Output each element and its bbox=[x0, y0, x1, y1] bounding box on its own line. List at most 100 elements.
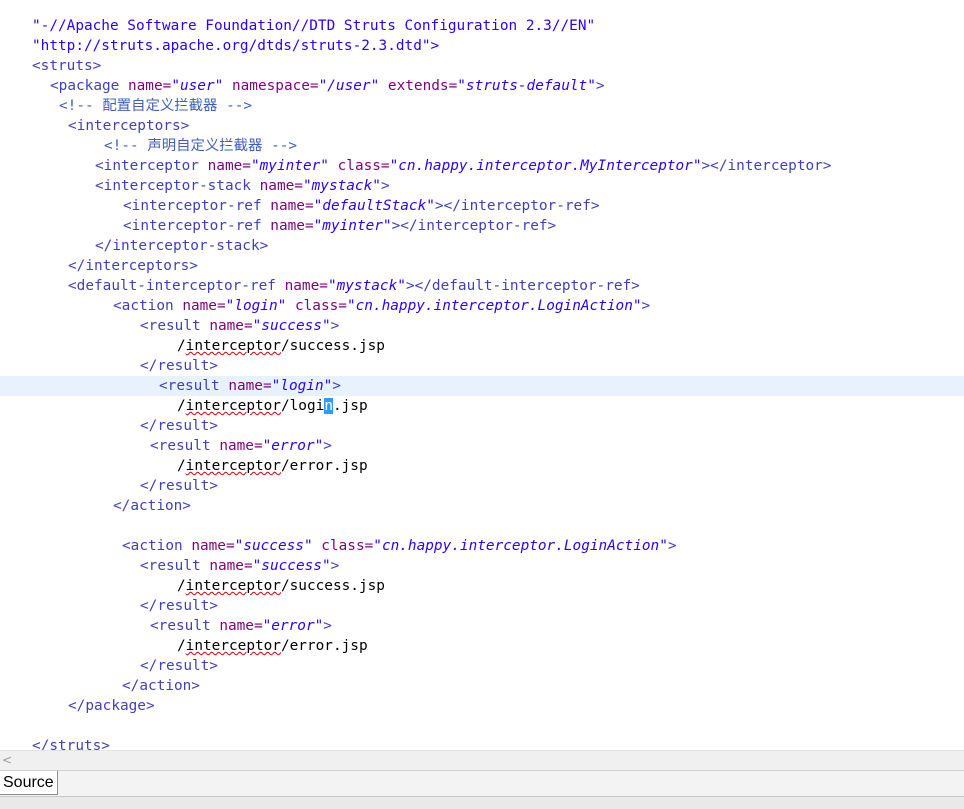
code-token: "/user" bbox=[318, 78, 380, 94]
code-token: "login" bbox=[225, 298, 287, 314]
code-line: <!-- 声明自定义拦截器 --> bbox=[0, 136, 964, 156]
code-token: "-//Apache Software Foundation//DTD Stru… bbox=[32, 18, 596, 34]
code-token: extends= bbox=[379, 78, 458, 94]
horizontal-scrollbar[interactable]: < bbox=[0, 750, 964, 771]
code-token: "mystack" bbox=[302, 178, 381, 194]
code-token: /success.jsp bbox=[280, 338, 385, 354]
code-line: </result> bbox=[0, 596, 964, 616]
code-line: </result> bbox=[0, 656, 964, 676]
code-line: <package name="user" namespace="/user" e… bbox=[0, 76, 964, 96]
code-token: <interceptors> bbox=[68, 118, 190, 134]
text-cursor: n bbox=[324, 398, 333, 414]
code-token: > bbox=[667, 538, 677, 554]
code-token: > bbox=[323, 438, 332, 454]
code-token: <interceptor-stack bbox=[95, 178, 260, 194]
code-token: > bbox=[641, 298, 651, 314]
code-token: > bbox=[330, 318, 340, 334]
code-token: "success" bbox=[252, 558, 331, 574]
code-line: <result name="success"> bbox=[0, 556, 964, 576]
code-line: <default-interceptor-ref name="mystack">… bbox=[0, 276, 964, 296]
code-token: /logi bbox=[280, 398, 325, 414]
code-line: /interceptor/success.jsp bbox=[0, 336, 964, 356]
code-token: name= bbox=[219, 438, 263, 454]
code-token: "http://struts.apache.org/dtds/struts-2.… bbox=[32, 38, 440, 54]
code-token: <action bbox=[113, 298, 183, 314]
editor-tab-bar: Source bbox=[0, 770, 964, 797]
code-token: interceptor bbox=[185, 458, 281, 474]
code-token: name= bbox=[209, 558, 253, 574]
code-token: name= bbox=[259, 178, 303, 194]
code-token: interceptor bbox=[185, 338, 281, 354]
code-token: "error" bbox=[262, 618, 324, 634]
code-token: "mystack" bbox=[327, 278, 406, 294]
code-token: </action> bbox=[122, 678, 200, 694]
code-token: interceptor bbox=[185, 398, 281, 414]
code-token: /error.jsp bbox=[280, 458, 368, 474]
code-token: > bbox=[330, 558, 340, 574]
code-token: </struts> bbox=[32, 738, 110, 750]
code-token: "defaultStack" bbox=[313, 198, 435, 214]
code-token: > bbox=[380, 178, 390, 194]
code-token: name= bbox=[127, 78, 172, 94]
code-line: /interceptor/error.jsp bbox=[0, 456, 964, 476]
code-token: <package bbox=[50, 78, 128, 94]
code-token: <!-- 声明自定义拦截器 --> bbox=[104, 138, 298, 154]
code-token: </result> bbox=[140, 478, 218, 494]
tab-source[interactable]: Source bbox=[0, 771, 58, 795]
code-token: .jsp bbox=[332, 398, 368, 414]
code-token: </result> bbox=[140, 658, 218, 674]
code-token: <result bbox=[140, 558, 210, 574]
source-editor[interactable]: "-//Apache Software Foundation//DTD Stru… bbox=[0, 0, 964, 750]
code-token: <interceptor-ref bbox=[123, 218, 271, 234]
code-token: "myinter" bbox=[313, 218, 392, 234]
code-line: <interceptor-stack name="mystack"> bbox=[0, 176, 964, 196]
code-token: / bbox=[177, 458, 186, 474]
code-token: <default-interceptor-ref bbox=[68, 278, 285, 294]
code-token: > bbox=[595, 78, 605, 94]
code-token: ></default-interceptor-ref> bbox=[405, 278, 640, 294]
code-line: <result name="error"> bbox=[0, 616, 964, 636]
code-token: "struts-default" bbox=[457, 78, 596, 94]
code-token: "myinter" bbox=[250, 158, 329, 174]
code-line: </interceptor-stack> bbox=[0, 236, 964, 256]
code-token: / bbox=[177, 578, 186, 594]
code-token: name= bbox=[219, 618, 263, 634]
code-line: </action> bbox=[0, 496, 964, 516]
code-token: / bbox=[177, 338, 186, 354]
code-line: </interceptors> bbox=[0, 256, 964, 276]
bottom-panel-strip bbox=[0, 796, 964, 809]
code-token: "success" bbox=[252, 318, 331, 334]
code-token: name= bbox=[209, 318, 253, 334]
code-token: "cn.happy.interceptor.LoginAction" bbox=[373, 538, 668, 554]
code-token: namespace= bbox=[223, 78, 319, 94]
code-token: <result bbox=[150, 438, 220, 454]
code-line: /interceptor/success.jsp bbox=[0, 576, 964, 596]
code-line: <interceptor-ref name="defaultStack"></i… bbox=[0, 196, 964, 216]
code-line: </result> bbox=[0, 356, 964, 376]
code-token: "success" bbox=[234, 538, 313, 554]
code-token: <result bbox=[140, 318, 210, 334]
code-token: / bbox=[177, 398, 186, 414]
code-token: /success.jsp bbox=[280, 578, 385, 594]
code-line: <action name="success" class="cn.happy.i… bbox=[0, 536, 964, 556]
code-token: </package> bbox=[68, 698, 155, 714]
code-token: ></interceptor-ref> bbox=[434, 198, 600, 214]
code-line: </action> bbox=[0, 676, 964, 696]
code-line: "http://struts.apache.org/dtds/struts-2.… bbox=[0, 36, 964, 56]
code-token: "user" bbox=[171, 78, 224, 94]
code-token: class= bbox=[312, 538, 374, 554]
code-token: name= bbox=[207, 158, 251, 174]
code-token: </interceptors> bbox=[68, 258, 198, 274]
code-token: "login" bbox=[271, 378, 333, 394]
code-token: <action bbox=[122, 538, 192, 554]
code-line: <struts> bbox=[0, 56, 964, 76]
code-token: <interceptor-ref bbox=[123, 198, 271, 214]
code-token: class= bbox=[286, 298, 347, 314]
code-line: /interceptor/error.jsp bbox=[0, 636, 964, 656]
scroll-left-arrow-icon[interactable]: < bbox=[2, 753, 12, 767]
code-line: <!-- 配置自定义拦截器 --> bbox=[0, 96, 964, 116]
code-token: <struts> bbox=[32, 58, 102, 74]
code-token: <interceptor bbox=[95, 158, 208, 174]
code-line: <interceptors> bbox=[0, 116, 964, 136]
